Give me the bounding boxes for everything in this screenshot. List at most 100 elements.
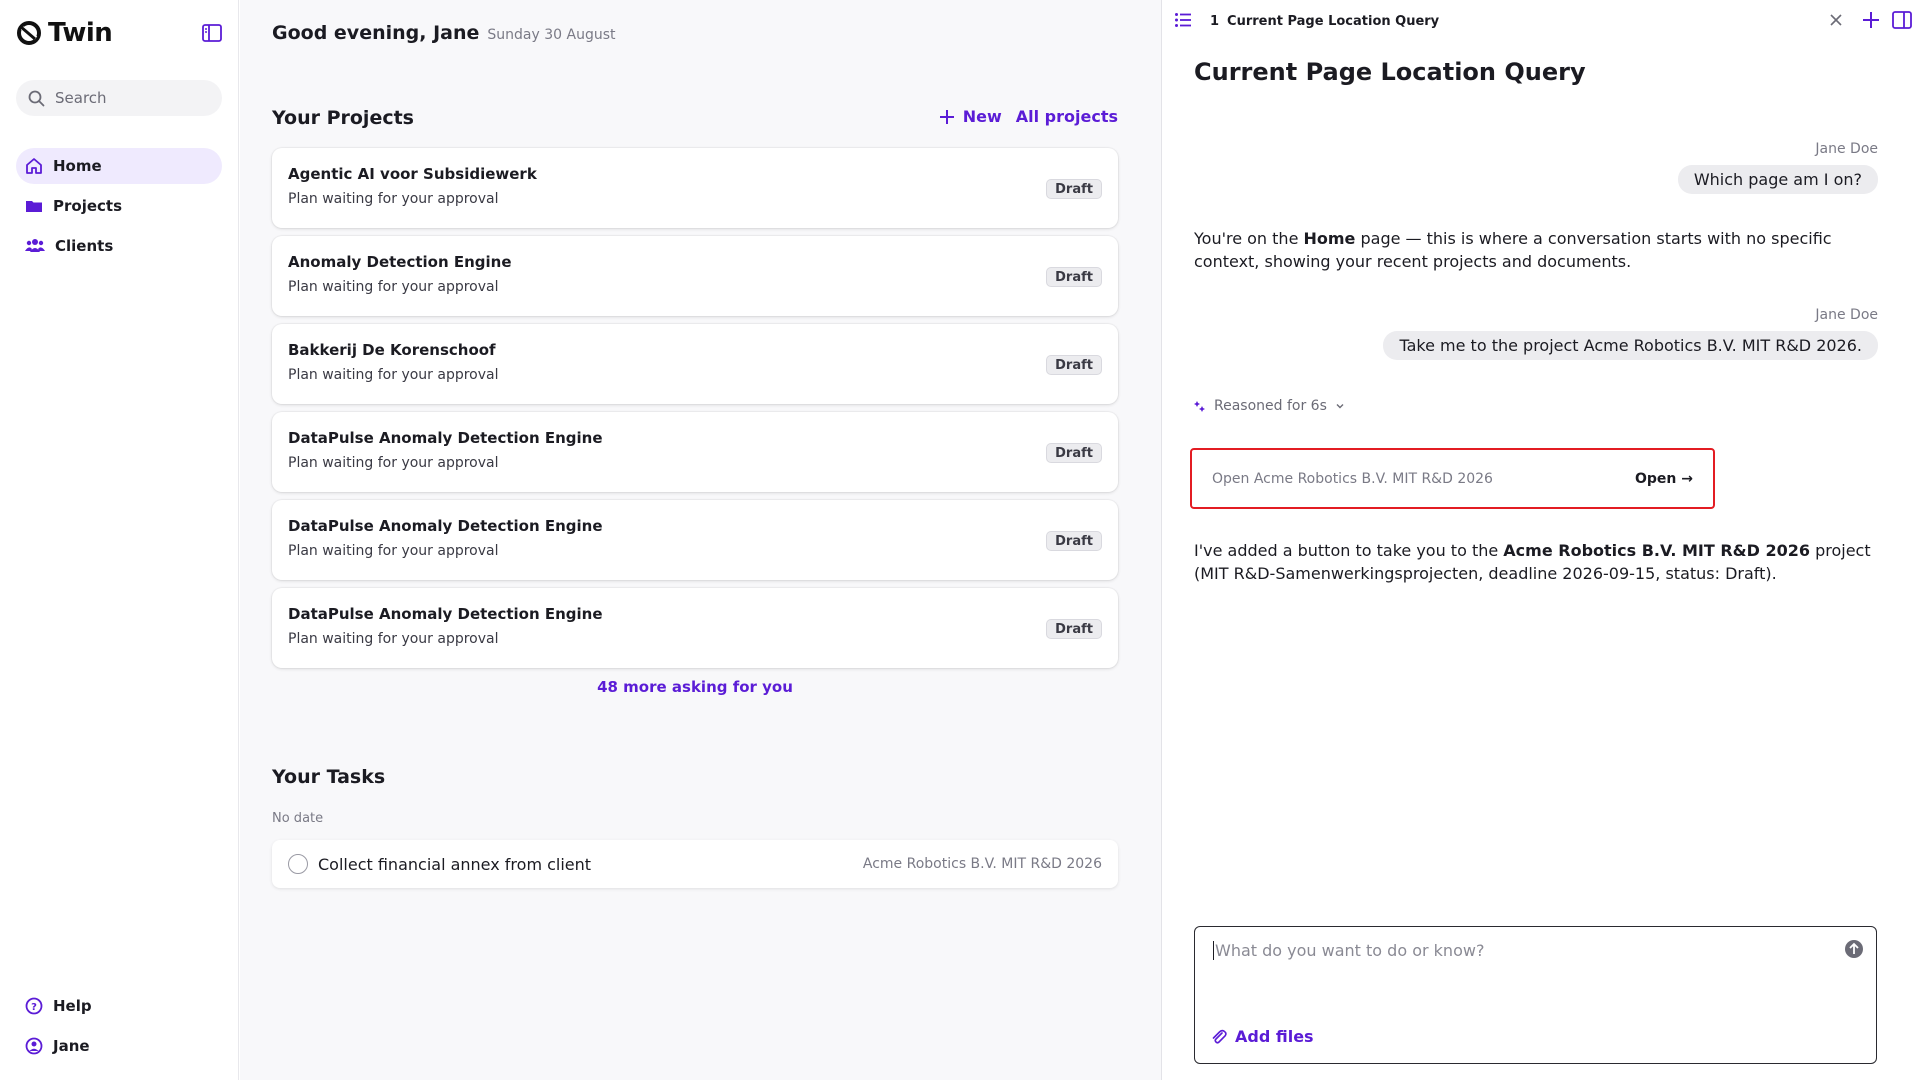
add-files-button[interactable]: Add files xyxy=(1211,1027,1314,1046)
tab-title: Current Page Location Query xyxy=(1227,13,1440,29)
message-bubble: Take me to the project Acme Robotics B.V… xyxy=(1383,331,1878,360)
reasoning-toggle[interactable]: Reasoned for 6s xyxy=(1194,398,1345,414)
message-bubble: Which page am I on? xyxy=(1677,165,1878,194)
chevron-down-icon xyxy=(1336,404,1344,409)
twin-logo-icon xyxy=(17,21,41,45)
task-project: Acme Robotics B.V. MIT R&D 2026 xyxy=(862,856,1102,872)
assistant-text-bold: Acme Robotics B.V. MIT R&D 2026 xyxy=(1503,541,1810,560)
add-files-label: Add files xyxy=(1235,1027,1314,1046)
tab-bar: 1 Current Page Location Query xyxy=(1162,0,1920,42)
search-input[interactable]: Search xyxy=(16,80,222,116)
project-status: Plan waiting for your approval xyxy=(288,631,499,647)
assistant-text: You're on the xyxy=(1194,229,1304,248)
assistant-text-bold: Home xyxy=(1303,229,1356,248)
app-name: Twin xyxy=(48,18,113,48)
assistant-message: I've added a button to take you to the A… xyxy=(1194,539,1874,585)
nav-item-label: Projects xyxy=(53,197,123,215)
project-card[interactable]: DataPulse Anomaly Detection Engine Plan … xyxy=(272,412,1118,492)
assistant-message: You're on the Home page — this is where … xyxy=(1194,227,1874,273)
projects-title: Your Projects xyxy=(272,107,414,129)
nav-item-label: Help xyxy=(53,997,92,1015)
project-card[interactable]: DataPulse Anomaly Detection Engine Plan … xyxy=(272,500,1118,580)
project-status: Plan waiting for your approval xyxy=(288,191,499,207)
tab-number: 1 xyxy=(1210,13,1220,29)
sparkle-icon xyxy=(1194,401,1205,412)
app-logo[interactable]: Twin xyxy=(16,18,113,48)
close-tab-button[interactable] xyxy=(1827,11,1845,33)
message-author: Jane Doe xyxy=(1815,141,1878,157)
new-tab-button[interactable] xyxy=(1861,10,1881,34)
project-card[interactable]: DataPulse Anomaly Detection Engine Plan … xyxy=(272,588,1118,668)
chat-title: Current Page Location Query xyxy=(1194,58,1586,86)
new-project-button[interactable]: New xyxy=(939,107,1002,126)
nav-item-projects[interactable]: Projects xyxy=(16,188,222,224)
paperclip-icon xyxy=(1212,1029,1227,1044)
status-badge: Draft xyxy=(1046,179,1102,199)
status-badge: Draft xyxy=(1046,531,1102,551)
nav-item-help[interactable]: ? Help xyxy=(16,988,222,1024)
main-nav: Home Projects Clients xyxy=(16,148,222,268)
project-name: Anomaly Detection Engine xyxy=(288,253,512,271)
nav-item-label: Jane xyxy=(53,1037,90,1055)
message-author: Jane Doe xyxy=(1815,307,1878,323)
user-message: Jane Doe Take me to the project Acme Rob… xyxy=(1383,307,1878,360)
project-name: DataPulse Anomaly Detection Engine xyxy=(288,605,603,623)
sidebar-toggle-icon xyxy=(202,24,222,42)
tab-chat[interactable]: 1 Current Page Location Query xyxy=(1210,0,1439,42)
open-project-card[interactable]: Open Acme Robotics B.V. MIT R&D 2026 Ope… xyxy=(1190,448,1715,509)
project-name: DataPulse Anomaly Detection Engine xyxy=(288,517,603,535)
chat-input[interactable]: What do you want to do or know? xyxy=(1213,941,1484,960)
sidebar: Twin Search Home Projects Clients ? Help… xyxy=(0,0,239,1080)
new-project-label: New xyxy=(962,107,1002,126)
nav-item-account[interactable]: Jane xyxy=(16,1028,222,1064)
list-icon xyxy=(1175,13,1191,27)
project-card[interactable]: Anomaly Detection Engine Plan waiting fo… xyxy=(272,236,1118,316)
plus-icon xyxy=(939,109,954,124)
nav-item-home[interactable]: Home xyxy=(16,148,222,184)
status-badge: Draft xyxy=(1046,619,1102,639)
projects-actions: New All projects xyxy=(939,107,1118,126)
greeting: Good evening, Jane Sunday 30 August xyxy=(272,22,615,44)
open-button[interactable]: Open → xyxy=(1635,471,1693,487)
tab-list-button[interactable] xyxy=(1174,11,1192,33)
folder-icon xyxy=(26,201,42,212)
main-content: Good evening, Jane Sunday 30 August Your… xyxy=(240,0,1161,1080)
svg-text:?: ? xyxy=(31,1002,37,1013)
toggle-panel-button[interactable] xyxy=(1892,10,1912,34)
project-card[interactable]: Bakkerij De Korenschoof Plan waiting for… xyxy=(272,324,1118,404)
project-status: Plan waiting for your approval xyxy=(288,543,499,559)
chat-composer[interactable]: What do you want to do or know? Add file… xyxy=(1194,926,1877,1064)
user-message: Jane Doe Which page am I on? xyxy=(1677,141,1878,194)
task-row[interactable]: Collect financial annex from client Acme… xyxy=(272,840,1118,888)
task-name: Collect financial annex from client xyxy=(318,854,592,874)
more-projects-link[interactable]: 48 more asking for you xyxy=(272,678,1118,696)
plus-icon xyxy=(1863,12,1879,28)
side-panel-icon xyxy=(1892,11,1912,29)
project-name: DataPulse Anomaly Detection Engine xyxy=(288,429,603,447)
all-projects-link[interactable]: All projects xyxy=(1016,107,1118,126)
nav-item-clients[interactable]: Clients xyxy=(16,228,222,264)
home-icon xyxy=(26,158,42,174)
action-text: Open Acme Robotics B.V. MIT R&D 2026 xyxy=(1212,470,1493,487)
send-button[interactable] xyxy=(1844,939,1864,963)
task-checkbox[interactable] xyxy=(288,854,308,874)
close-icon xyxy=(1830,14,1842,26)
chat-panel: 1 Current Page Location Query Current Pa… xyxy=(1161,0,1920,1080)
collapse-sidebar-button[interactable] xyxy=(200,22,224,44)
arrow-up-icon xyxy=(1845,940,1863,958)
project-status: Plan waiting for your approval xyxy=(288,367,499,383)
search-placeholder: Search xyxy=(55,89,107,107)
status-badge: Draft xyxy=(1046,267,1102,287)
status-badge: Draft xyxy=(1046,443,1102,463)
project-name: Bakkerij De Korenschoof xyxy=(288,341,496,359)
search-icon xyxy=(28,90,45,106)
tasks-title: Your Tasks xyxy=(272,766,386,788)
project-card[interactable]: Agentic AI voor Subsidiewerk Plan waitin… xyxy=(272,148,1118,228)
user-icon xyxy=(25,1037,43,1055)
bottom-nav: ? Help Jane xyxy=(16,988,222,1068)
assistant-text: I've added a button to take you to the xyxy=(1194,541,1504,560)
project-status: Plan waiting for your approval xyxy=(288,279,499,295)
greeting-date: Sunday 30 August xyxy=(487,27,616,43)
tasks-group-label: No date xyxy=(272,811,324,826)
nav-item-label: Home xyxy=(53,157,102,175)
